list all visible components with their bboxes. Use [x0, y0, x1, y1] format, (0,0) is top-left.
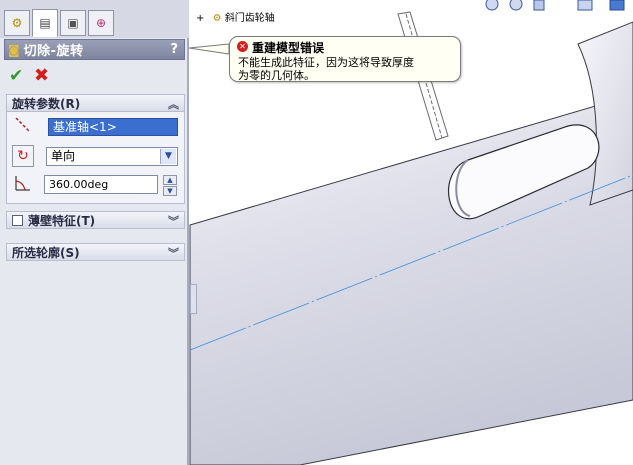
zoom-area-icon[interactable]	[509, 0, 523, 11]
ok-button[interactable]: ✔	[9, 66, 23, 86]
dimxpert-icon: ⊕	[95, 16, 107, 30]
error-icon: ✕	[237, 41, 248, 52]
tooltip-pointer	[189, 43, 230, 55]
error-message-line2: 为零的几何体。	[238, 69, 315, 82]
page-title: 切除-旋转	[23, 44, 84, 59]
expand-down-icon[interactable]: ︾	[168, 213, 179, 229]
tab-property-manager[interactable]: ▤	[32, 9, 58, 37]
manager-tabs: ⚙ ▤ ▣ ⊕	[0, 0, 189, 38]
section-label: 所选轮廓(S)	[12, 245, 80, 260]
reverse-direction-button[interactable]: ↻	[12, 145, 34, 167]
config-icon: ▣	[67, 16, 79, 30]
zoom-fit-icon[interactable]	[485, 0, 499, 11]
section-label: 旋转参数(R)	[12, 96, 81, 111]
axis-selection-field[interactable]: 基准轴<1>	[48, 118, 178, 136]
section-label: 薄壁特征(T)	[28, 213, 96, 228]
section-thin-feature[interactable]: 薄壁特征(T) ︾	[6, 211, 185, 229]
display-style-icon[interactable]	[577, 0, 593, 11]
help-button[interactable]: ?	[170, 42, 178, 57]
angle-icon	[15, 176, 30, 191]
expand-down-icon[interactable]: ︾	[168, 245, 179, 261]
rotate-view-icon[interactable]	[533, 0, 545, 11]
tab-configuration-manager[interactable]: ▣	[60, 10, 86, 36]
spin-down-icon[interactable]: ▼	[163, 186, 177, 196]
revolve-cut-icon: ◙	[8, 42, 20, 57]
property-manager: ⚙ ▤ ▣ ⊕ ◙ 切除-旋转 ? ✔ ✖ 旋转参数(R) ︽ 基准轴<1> ↻…	[0, 0, 189, 465]
angle-spinner[interactable]: ▲ ▼	[163, 175, 177, 196]
reverse-icon: ↻	[17, 148, 29, 164]
section-revolve-params[interactable]: 旋转参数(R) ︽	[6, 94, 185, 112]
tree-node-label: 斜门齿轮轴	[224, 13, 275, 24]
angle-input[interactable]: 360.00deg	[44, 175, 158, 194]
view-orient-icon[interactable]	[609, 0, 625, 11]
feature-title-bar: ◙ 切除-旋转 ?	[4, 39, 185, 60]
thin-feature-checkbox[interactable]	[12, 214, 23, 226]
collapse-up-icon[interactable]: ︽	[168, 96, 179, 112]
panel-collapse-handle[interactable]	[190, 284, 197, 314]
feature-tree-icon: ⚙	[11, 16, 23, 30]
tab-dimxpert[interactable]: ⊕	[88, 10, 114, 36]
tab-feature-manager[interactable]: ⚙	[4, 10, 30, 36]
tree-node-part[interactable]: + ⚙ 斜门齿轮轴	[196, 9, 275, 24]
property-icon: ▤	[39, 16, 51, 30]
chevron-down-icon[interactable]: ▼	[160, 149, 176, 164]
direction-value: 单向	[51, 149, 76, 163]
direction-select[interactable]: 单向 ▼	[46, 147, 178, 166]
section-selected-contours[interactable]: 所选轮廓(S) ︾	[6, 243, 185, 261]
cancel-button[interactable]: ✖	[34, 65, 49, 86]
axis-icon	[15, 117, 31, 133]
spin-up-icon[interactable]: ▲	[163, 175, 177, 185]
rebuild-error-tooltip: ✕ 重建模型错误 不能生成此特征，因为这将导致厚度 为零的几何体。	[229, 36, 461, 82]
tree-expander[interactable]: +	[196, 13, 204, 24]
part-icon: ⚙	[212, 13, 222, 24]
